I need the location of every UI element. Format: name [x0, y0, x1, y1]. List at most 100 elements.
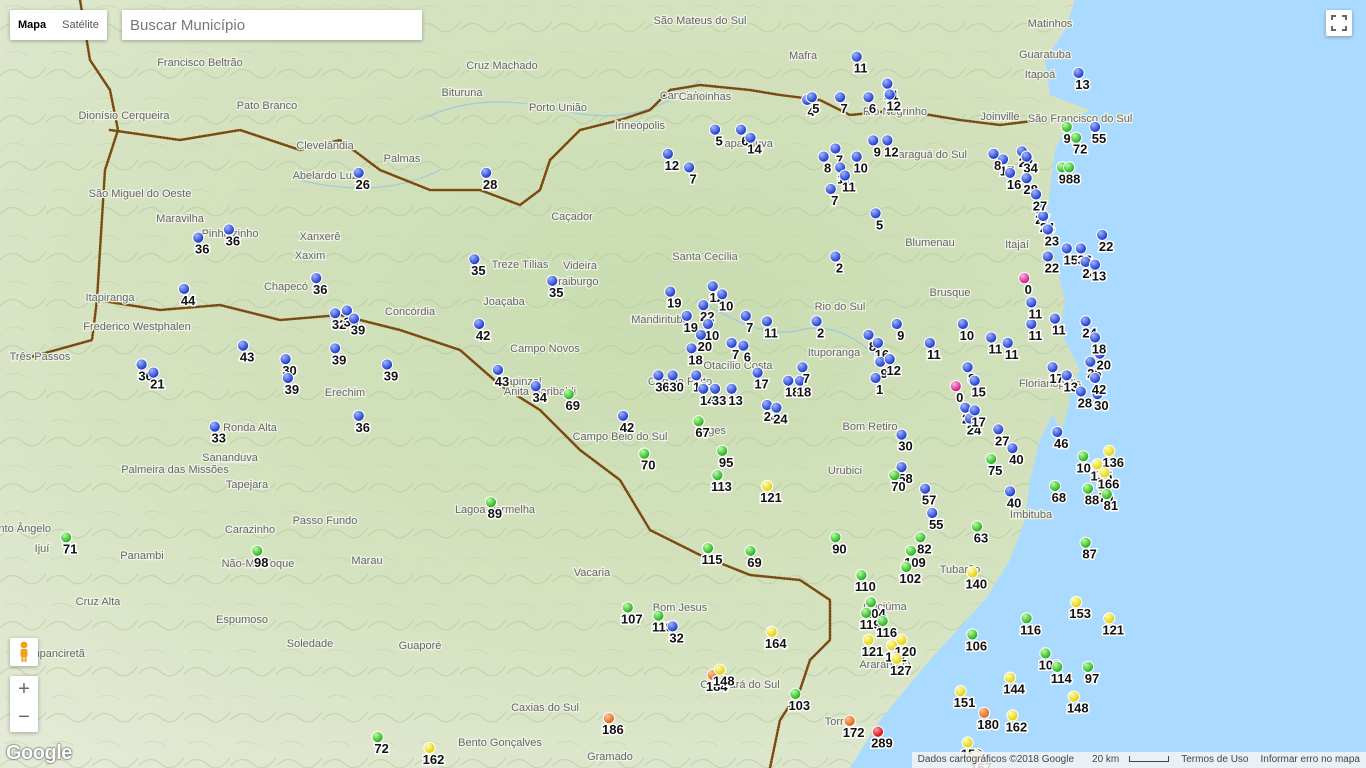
- place-label: Bituruna: [442, 87, 484, 99]
- place-label: Carazinho: [225, 524, 275, 536]
- station-value-label: 289: [871, 736, 893, 751]
- station-value-label: 162: [1006, 720, 1028, 735]
- station-value-label: 88: [1066, 171, 1080, 186]
- station-value-label: 15: [971, 385, 985, 400]
- station-value-label: 9: [897, 328, 904, 343]
- place-label: Jaraguá do Sul: [893, 149, 967, 161]
- station-value-label: 87: [1082, 547, 1096, 562]
- station-value-label: 164: [765, 636, 787, 651]
- station-value-label: 81: [1104, 498, 1118, 513]
- place-label: Vacaria: [574, 567, 611, 579]
- pegman-icon: [20, 641, 28, 662]
- station-value-label: 140: [965, 576, 987, 591]
- station-value-label: 39: [384, 369, 398, 384]
- station-value-label: 28: [483, 177, 497, 192]
- place-label: São Mateus do Sul: [654, 15, 747, 27]
- station-value-label: 70: [891, 479, 905, 494]
- place-label: Francisco Beltrão: [157, 57, 243, 69]
- station-value-label: 72: [1073, 142, 1087, 157]
- station-value-label: 127: [890, 663, 912, 678]
- station-value-label: 36: [355, 420, 369, 435]
- place-label: Imbituba: [1010, 509, 1053, 521]
- station-value-label: 11: [1052, 323, 1066, 338]
- map-tab[interactable]: Mapa: [10, 10, 54, 40]
- zoom-control: + −: [10, 676, 38, 732]
- station-value-label: 36: [226, 234, 240, 249]
- place-label: Xaxim: [295, 250, 326, 262]
- place-label: Tapejara: [226, 479, 269, 491]
- station-value-label: 43: [240, 350, 254, 365]
- station-value-label: 39: [332, 352, 346, 367]
- station-value-label: 69: [566, 398, 580, 413]
- station-value-label: 11: [842, 180, 856, 195]
- station-value-label: 34: [532, 390, 547, 405]
- station-value-label: 186: [602, 722, 624, 737]
- station-value-label: 6: [869, 101, 876, 116]
- station-value-label: 89: [488, 506, 502, 521]
- terms-link[interactable]: Termos de Uso: [1175, 752, 1254, 768]
- place-label: Maravilha: [156, 213, 205, 225]
- station-value-label: 106: [965, 639, 987, 654]
- station-value-label: 11: [927, 347, 941, 362]
- station-value-label: 10: [853, 161, 867, 176]
- google-logo: Google: [6, 742, 72, 764]
- place-label: Santo Ângelo: [0, 522, 51, 535]
- station-value-label: 98: [254, 555, 268, 570]
- report-error-link[interactable]: Informar erro no mapa: [1255, 752, 1366, 768]
- station-value-label: 8: [994, 158, 1001, 173]
- station-value-label: 12: [886, 363, 900, 378]
- station-value-label: 22: [1099, 239, 1113, 254]
- station-value-label: 67: [695, 425, 709, 440]
- street-view-button[interactable]: [10, 638, 38, 666]
- station-value-label: 12: [884, 144, 898, 159]
- station-value-label: 16: [1007, 177, 1021, 192]
- search-input[interactable]: [122, 10, 422, 40]
- place-label: São Francisco do Sul: [1028, 113, 1133, 125]
- place-label: Itapoá: [1025, 69, 1056, 81]
- map-type-control: Mapa Satélite: [10, 10, 107, 40]
- station-value-label: 68: [1052, 490, 1066, 505]
- station-value-label: 10: [719, 298, 733, 313]
- station-value-label: 57: [922, 493, 936, 508]
- place-label: Ronda Alta: [223, 422, 278, 434]
- place-label: Três Passos: [10, 351, 71, 363]
- place-label: Palmeira das Missões: [121, 464, 229, 476]
- station-value-label: 7: [732, 347, 739, 362]
- place-label: Bom Retiro: [842, 421, 897, 433]
- station-value-label: 35: [471, 263, 485, 278]
- place-label: Palmas: [384, 153, 421, 165]
- station-value-label: 144: [1003, 682, 1025, 697]
- station-value-label: 55: [929, 517, 943, 532]
- station-value-label: 2: [836, 261, 843, 276]
- zoom-in-button[interactable]: +: [10, 676, 38, 704]
- place-label: Caxias do Sul: [511, 702, 579, 714]
- place-label: Dionísio Cerqueira: [78, 110, 170, 122]
- fullscreen-button[interactable]: [1326, 10, 1352, 36]
- station-value-label: 97: [1085, 671, 1099, 686]
- station-value-label: 121: [760, 490, 782, 505]
- place-label: Frederico Westphalen: [83, 321, 190, 333]
- station-value-label: 180: [977, 717, 999, 732]
- satellite-tab[interactable]: Satélite: [54, 10, 107, 40]
- station-value-label: 102: [899, 571, 921, 586]
- station-value-label: 17: [754, 377, 768, 392]
- place-label: Passo Fundo: [293, 515, 358, 527]
- station-value-label: 13: [1092, 269, 1106, 284]
- station-value-label: 148: [713, 674, 735, 689]
- place-label: Erechim: [325, 387, 365, 399]
- station-value-label: 11: [1028, 306, 1042, 321]
- station-value-label: 7: [690, 171, 697, 186]
- station-value-label: 35: [549, 285, 563, 300]
- station-value-label: 110: [855, 579, 876, 594]
- station-value-label: 33: [212, 431, 226, 446]
- map-canvas[interactable]: Francisco Beltrão Pato Branco Dionísio Cer…: [0, 0, 1366, 768]
- station-value-label: 12: [665, 158, 679, 173]
- station-value-label: 30: [669, 379, 683, 394]
- station-value-label: 7: [841, 101, 848, 116]
- station-value-label: 43: [495, 374, 509, 389]
- zoom-out-button[interactable]: −: [10, 704, 38, 732]
- station-value-label: 15: [1063, 252, 1077, 267]
- station-value-label: 71: [63, 541, 77, 556]
- place-label: Pato Branco: [237, 100, 298, 112]
- place-label: Marau: [351, 555, 382, 567]
